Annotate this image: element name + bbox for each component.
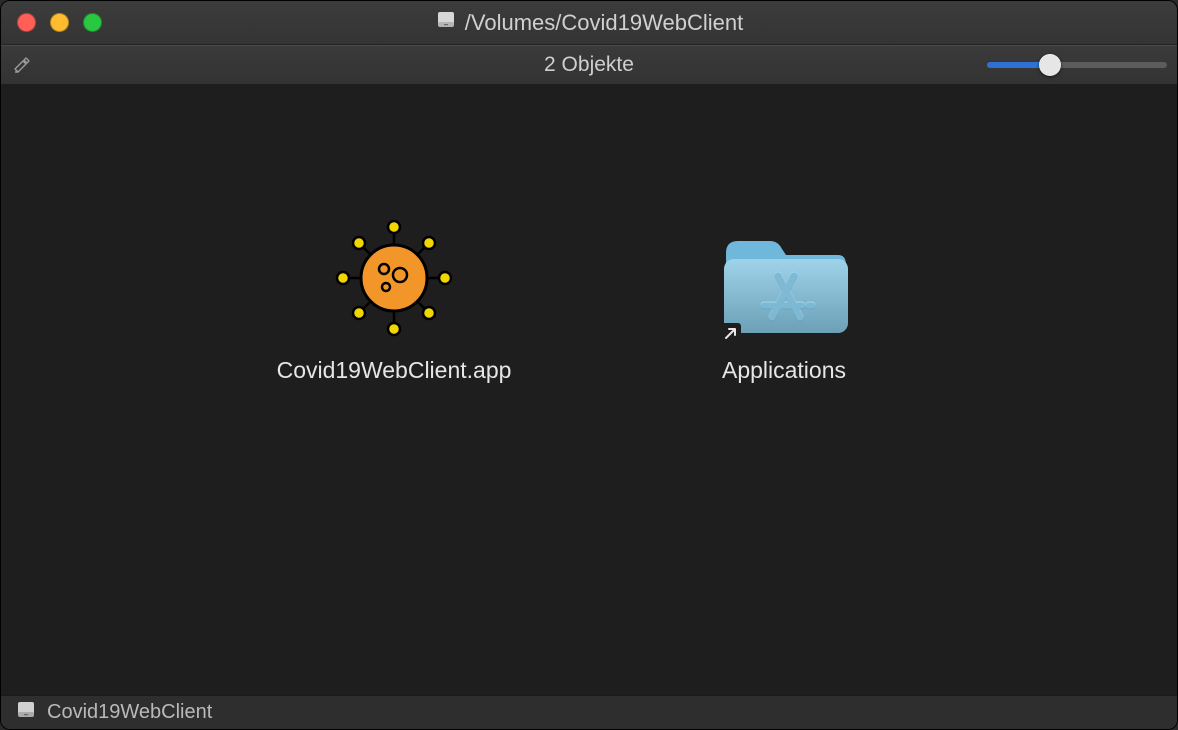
icon-view[interactable]: Covid19WebClient.app xyxy=(1,85,1177,695)
volume-proxy-icon xyxy=(435,9,457,36)
item-count-label: 2 Objekte xyxy=(544,53,634,76)
maximize-button[interactable] xyxy=(83,13,102,32)
file-item-label: Applications xyxy=(722,357,846,384)
window-controls xyxy=(17,13,102,32)
file-item-app[interactable]: Covid19WebClient.app xyxy=(264,215,524,384)
titlebar-center: /Volumes/Covid19WebClient xyxy=(1,9,1177,36)
file-item-label: Covid19WebClient.app xyxy=(277,357,512,384)
volume-icon xyxy=(15,699,37,726)
slider-track xyxy=(987,62,1167,68)
alias-arrow-icon xyxy=(721,323,741,343)
slider-thumb[interactable] xyxy=(1039,54,1061,76)
customize-toolbar-icon[interactable] xyxy=(11,54,33,76)
applications-folder-icon xyxy=(716,215,852,341)
titlebar: /Volumes/Covid19WebClient xyxy=(1,1,1177,45)
close-button[interactable] xyxy=(17,13,36,32)
window-title: /Volumes/Covid19WebClient xyxy=(465,10,743,36)
file-item-applications-folder[interactable]: Applications xyxy=(654,215,914,384)
icon-size-slider[interactable] xyxy=(987,62,1167,68)
finder-window: /Volumes/Covid19WebClient 2 Objekte xyxy=(0,0,1178,730)
toolbar: 2 Objekte xyxy=(1,45,1177,85)
path-segment-label[interactable]: Covid19WebClient xyxy=(47,701,212,724)
path-bar[interactable]: Covid19WebClient xyxy=(1,695,1177,729)
minimize-button[interactable] xyxy=(50,13,69,32)
virus-app-icon xyxy=(326,215,462,341)
